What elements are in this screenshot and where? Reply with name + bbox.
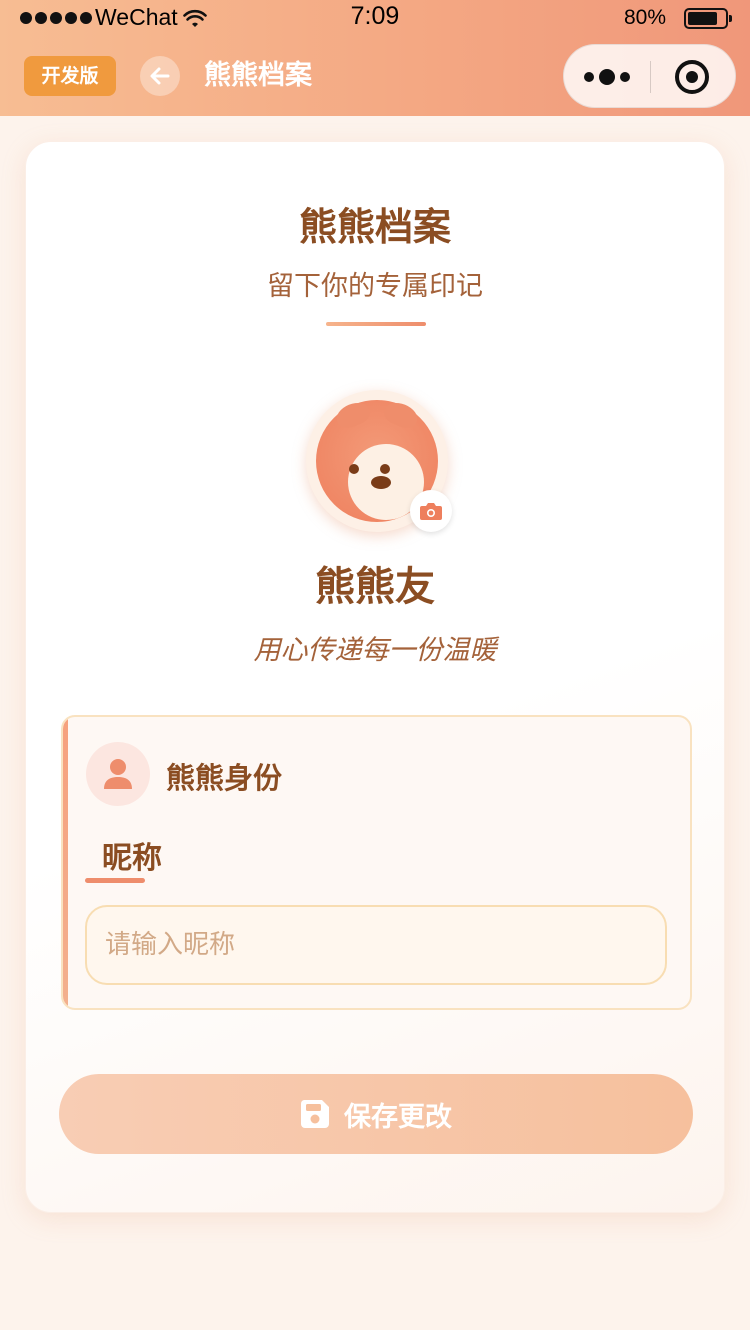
battery-percent: 80% [624, 6, 667, 29]
save-changes-button[interactable]: 保存更改 [59, 1074, 693, 1154]
nav-title: 熊熊档案 [204, 60, 312, 91]
display-name: 熊熊友 [315, 564, 435, 610]
battery-icon [684, 8, 732, 29]
dev-version-badge: 开发版 [24, 56, 116, 96]
change-avatar-button[interactable] [410, 490, 452, 532]
capsule-divider [650, 61, 651, 93]
nickname-input[interactable] [85, 905, 667, 985]
profile-motto: 用心传递每一份温暖 [253, 635, 497, 666]
section-title: 熊熊身份 [166, 761, 283, 795]
section-icon-badge [86, 742, 150, 806]
close-miniprogram-button[interactable] [675, 60, 709, 94]
profile-card: 熊熊档案 留下你的专属印记 熊熊友 用心传递每一份温暖 熊熊身份 昵称 请输入昵… [25, 141, 725, 1213]
nickname-label-underline [85, 878, 145, 883]
page-title: 熊熊档案 [298, 205, 451, 249]
title-underline [326, 322, 426, 326]
section-accent-bar [63, 717, 68, 1008]
status-bar: WeChat 7:09 80% [0, 0, 750, 38]
nickname-label: 昵称 [102, 841, 162, 876]
floppy-disk-icon [300, 1100, 329, 1128]
back-button[interactable] [140, 56, 180, 96]
page-subtitle: 留下你的专属印记 [267, 271, 483, 302]
more-button[interactable] [584, 69, 630, 85]
avatar[interactable] [306, 390, 452, 532]
miniprogram-capsule [563, 44, 736, 108]
camera-icon [420, 503, 442, 520]
save-button-label: 保存更改 [344, 1101, 452, 1133]
user-icon [104, 759, 132, 789]
identity-section: 熊熊身份 昵称 [61, 715, 692, 1010]
nav-header: WeChat 7:09 80% 开发版 熊熊档案 [0, 0, 750, 116]
arrow-left-icon [150, 67, 170, 85]
